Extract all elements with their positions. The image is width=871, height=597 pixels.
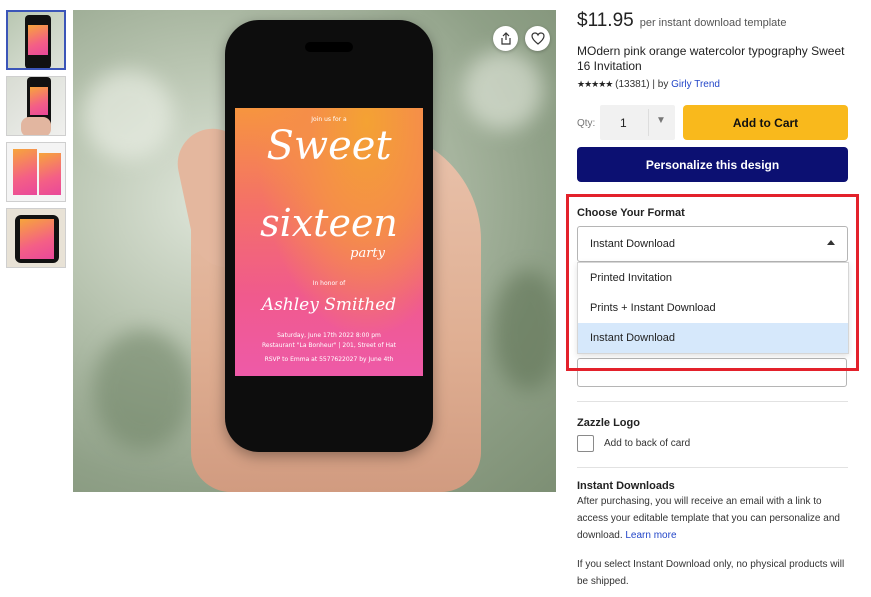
format-dropdown: Printed Invitation Prints + Instant Down… xyxy=(577,262,849,354)
instant-downloads-title: Instant Downloads xyxy=(577,480,675,492)
product-main-image: Join us for a Sweet sixteen party In hon… xyxy=(73,10,556,492)
price-row: $11.95 per instant download template xyxy=(577,10,786,32)
thumbnail-3[interactable] xyxy=(6,142,66,202)
thumbnail-4[interactable] xyxy=(6,208,66,268)
format-option-printed[interactable]: Printed Invitation xyxy=(578,263,848,293)
share-button[interactable] xyxy=(493,26,518,51)
invitation-name: Ashley Smithed xyxy=(261,295,397,315)
thumbnail-2[interactable] xyxy=(6,76,66,136)
invitation-honor: In honor of xyxy=(312,280,346,287)
qty-label: Qty: xyxy=(577,118,596,129)
zazzle-logo-label: Zazzle Logo xyxy=(577,417,640,429)
personalize-button[interactable]: Personalize this design xyxy=(577,147,848,182)
invitation-sweet: Sweet xyxy=(266,123,392,169)
instant-downloads-body: After purchasing, you will receive an em… xyxy=(577,493,849,544)
invitation-party: party xyxy=(350,246,385,261)
thumbnail-strip xyxy=(6,10,67,274)
favorite-button[interactable] xyxy=(525,26,550,51)
invitation-sixteen: sixteen xyxy=(260,201,398,245)
quantity-select[interactable]: 1 ▼ xyxy=(600,105,675,140)
star-rating-icon: ★★★★★ xyxy=(577,79,613,89)
chevron-down-icon: ▼ xyxy=(656,115,666,126)
thumbnail-1[interactable] xyxy=(6,10,66,70)
format-label: Choose Your Format xyxy=(577,207,685,219)
phone-mockup: Join us for a Sweet sixteen party In hon… xyxy=(225,20,433,452)
instant-downloads-text: After purchasing, you will receive an em… xyxy=(577,496,840,541)
add-logo-checkbox[interactable] xyxy=(577,435,594,452)
learn-more-link[interactable]: Learn more xyxy=(625,530,676,541)
price: $11.95 xyxy=(577,10,634,31)
by-label: | by xyxy=(652,79,669,90)
format-selected-value: Instant Download xyxy=(590,238,675,250)
format-select[interactable]: Instant Download xyxy=(577,226,848,262)
invitation-intro: Join us for a xyxy=(311,116,347,123)
review-count[interactable]: (13381) xyxy=(615,79,649,90)
heart-icon xyxy=(530,32,545,45)
invitation-rsvp: RSVP to Emma at 5577622027 by June 4th xyxy=(264,356,394,363)
format-option-prints-instant[interactable]: Prints + Instant Download xyxy=(578,293,848,323)
caret-up-icon xyxy=(827,240,835,245)
rating-row: ★★★★★ (13381) | by Girly Trend xyxy=(577,79,720,90)
instant-downloads-note: If you select Instant Download only, no … xyxy=(577,559,845,587)
format-option-instant[interactable]: Instant Download xyxy=(578,323,848,353)
partially-hidden-field[interactable] xyxy=(577,358,847,387)
divider xyxy=(577,401,848,402)
price-note: per instant download template xyxy=(639,17,787,29)
seller-link[interactable]: Girly Trend xyxy=(671,79,720,90)
divider xyxy=(577,467,848,468)
add-to-cart-button[interactable]: Add to Cart xyxy=(683,105,848,140)
product-title: MOdern pink orange watercolor typography… xyxy=(577,44,845,73)
share-icon xyxy=(500,32,511,45)
invitation-preview: Join us for a Sweet sixteen party In hon… xyxy=(235,108,423,376)
invitation-details-1: Saturday, June 17th 2022 8:00 pm xyxy=(277,332,381,339)
qty-value: 1 xyxy=(620,116,627,130)
invitation-details-2: Restaurant "La Bonheur" | 201, Street of… xyxy=(261,342,397,349)
add-logo-label[interactable]: Add to back of card xyxy=(604,438,690,449)
